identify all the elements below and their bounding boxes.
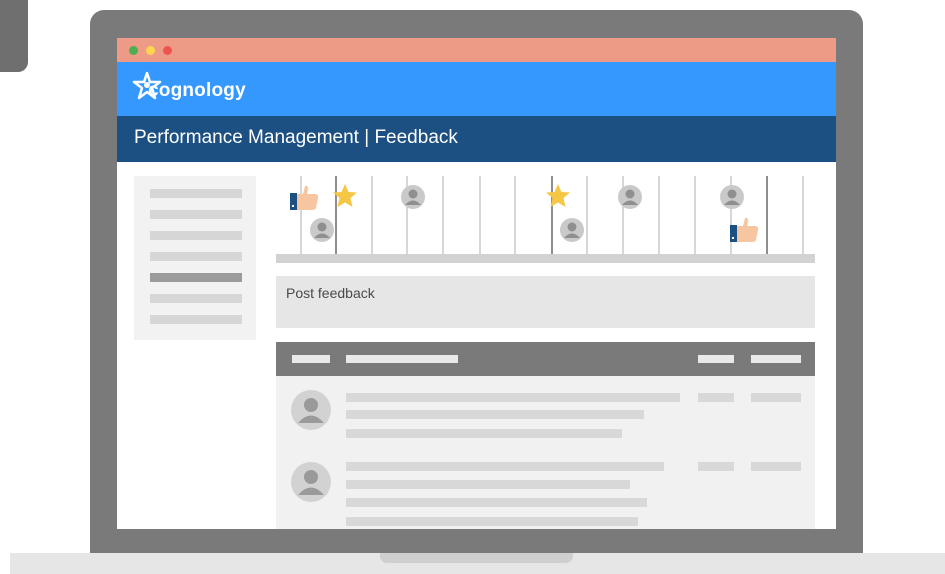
device-corner xyxy=(0,0,28,72)
timeline-divider xyxy=(371,176,373,254)
sidebar-item[interactable] xyxy=(150,252,242,261)
text-placeholder xyxy=(346,517,638,526)
post-feedback-label: Post feedback xyxy=(286,285,375,301)
timeline-divider xyxy=(802,176,804,254)
user-avatar-icon[interactable] xyxy=(618,185,642,209)
sidebar-item[interactable] xyxy=(150,189,242,198)
laptop-notch xyxy=(380,553,573,563)
sidebar xyxy=(134,176,256,340)
column-header[interactable] xyxy=(751,355,801,363)
text-placeholder xyxy=(698,462,734,471)
window-dot-green[interactable] xyxy=(129,46,138,55)
column-header[interactable] xyxy=(698,355,734,363)
timeline-divider xyxy=(514,176,516,254)
star-icon[interactable] xyxy=(544,182,572,210)
window-dot-yellow[interactable] xyxy=(146,46,155,55)
timeline-axis xyxy=(276,254,815,263)
thumbs-up-icon[interactable] xyxy=(729,216,761,244)
timeline-divider xyxy=(658,176,660,254)
timeline-divider xyxy=(479,176,481,254)
feedback-timeline xyxy=(276,176,815,263)
text-placeholder xyxy=(346,393,680,402)
column-header[interactable] xyxy=(346,355,458,363)
text-placeholder xyxy=(346,462,664,471)
sidebar-item[interactable] xyxy=(150,294,242,303)
text-placeholder xyxy=(346,429,622,438)
app-window: cognology Performance Management | Feedb… xyxy=(117,38,836,529)
timeline-divider xyxy=(766,176,768,254)
window-dot-red[interactable] xyxy=(163,46,172,55)
window-titlebar xyxy=(117,38,836,62)
sidebar-item[interactable] xyxy=(150,315,242,324)
user-avatar-icon[interactable] xyxy=(291,462,331,502)
post-feedback-input[interactable]: Post feedback xyxy=(276,276,815,328)
timeline-divider xyxy=(442,176,444,254)
text-placeholder xyxy=(346,480,630,489)
sidebar-item-active[interactable] xyxy=(150,273,242,282)
thumbs-up-icon[interactable] xyxy=(289,184,321,212)
sidebar-item[interactable] xyxy=(150,231,242,240)
text-placeholder xyxy=(346,498,647,507)
text-placeholder xyxy=(698,393,734,402)
user-avatar-icon[interactable] xyxy=(291,390,331,430)
timeline-divider xyxy=(694,176,696,254)
user-avatar-icon[interactable] xyxy=(310,218,334,242)
brand-header: cognology xyxy=(117,62,836,116)
star-icon[interactable] xyxy=(331,182,359,210)
user-avatar-icon[interactable] xyxy=(401,185,425,209)
brand-name[interactable]: cognology xyxy=(148,80,246,102)
text-placeholder xyxy=(346,410,644,419)
text-placeholder xyxy=(751,393,801,402)
feedback-list xyxy=(276,376,815,529)
user-avatar-icon[interactable] xyxy=(720,185,744,209)
sidebar-item[interactable] xyxy=(150,210,242,219)
column-header[interactable] xyxy=(292,355,330,363)
text-placeholder xyxy=(751,462,801,471)
feedback-table-header xyxy=(276,342,815,376)
user-avatar-icon[interactable] xyxy=(560,218,584,242)
timeline-divider xyxy=(586,176,588,254)
page-title: Performance Management | Feedback xyxy=(134,127,458,148)
page-header: Performance Management | Feedback xyxy=(117,116,836,162)
